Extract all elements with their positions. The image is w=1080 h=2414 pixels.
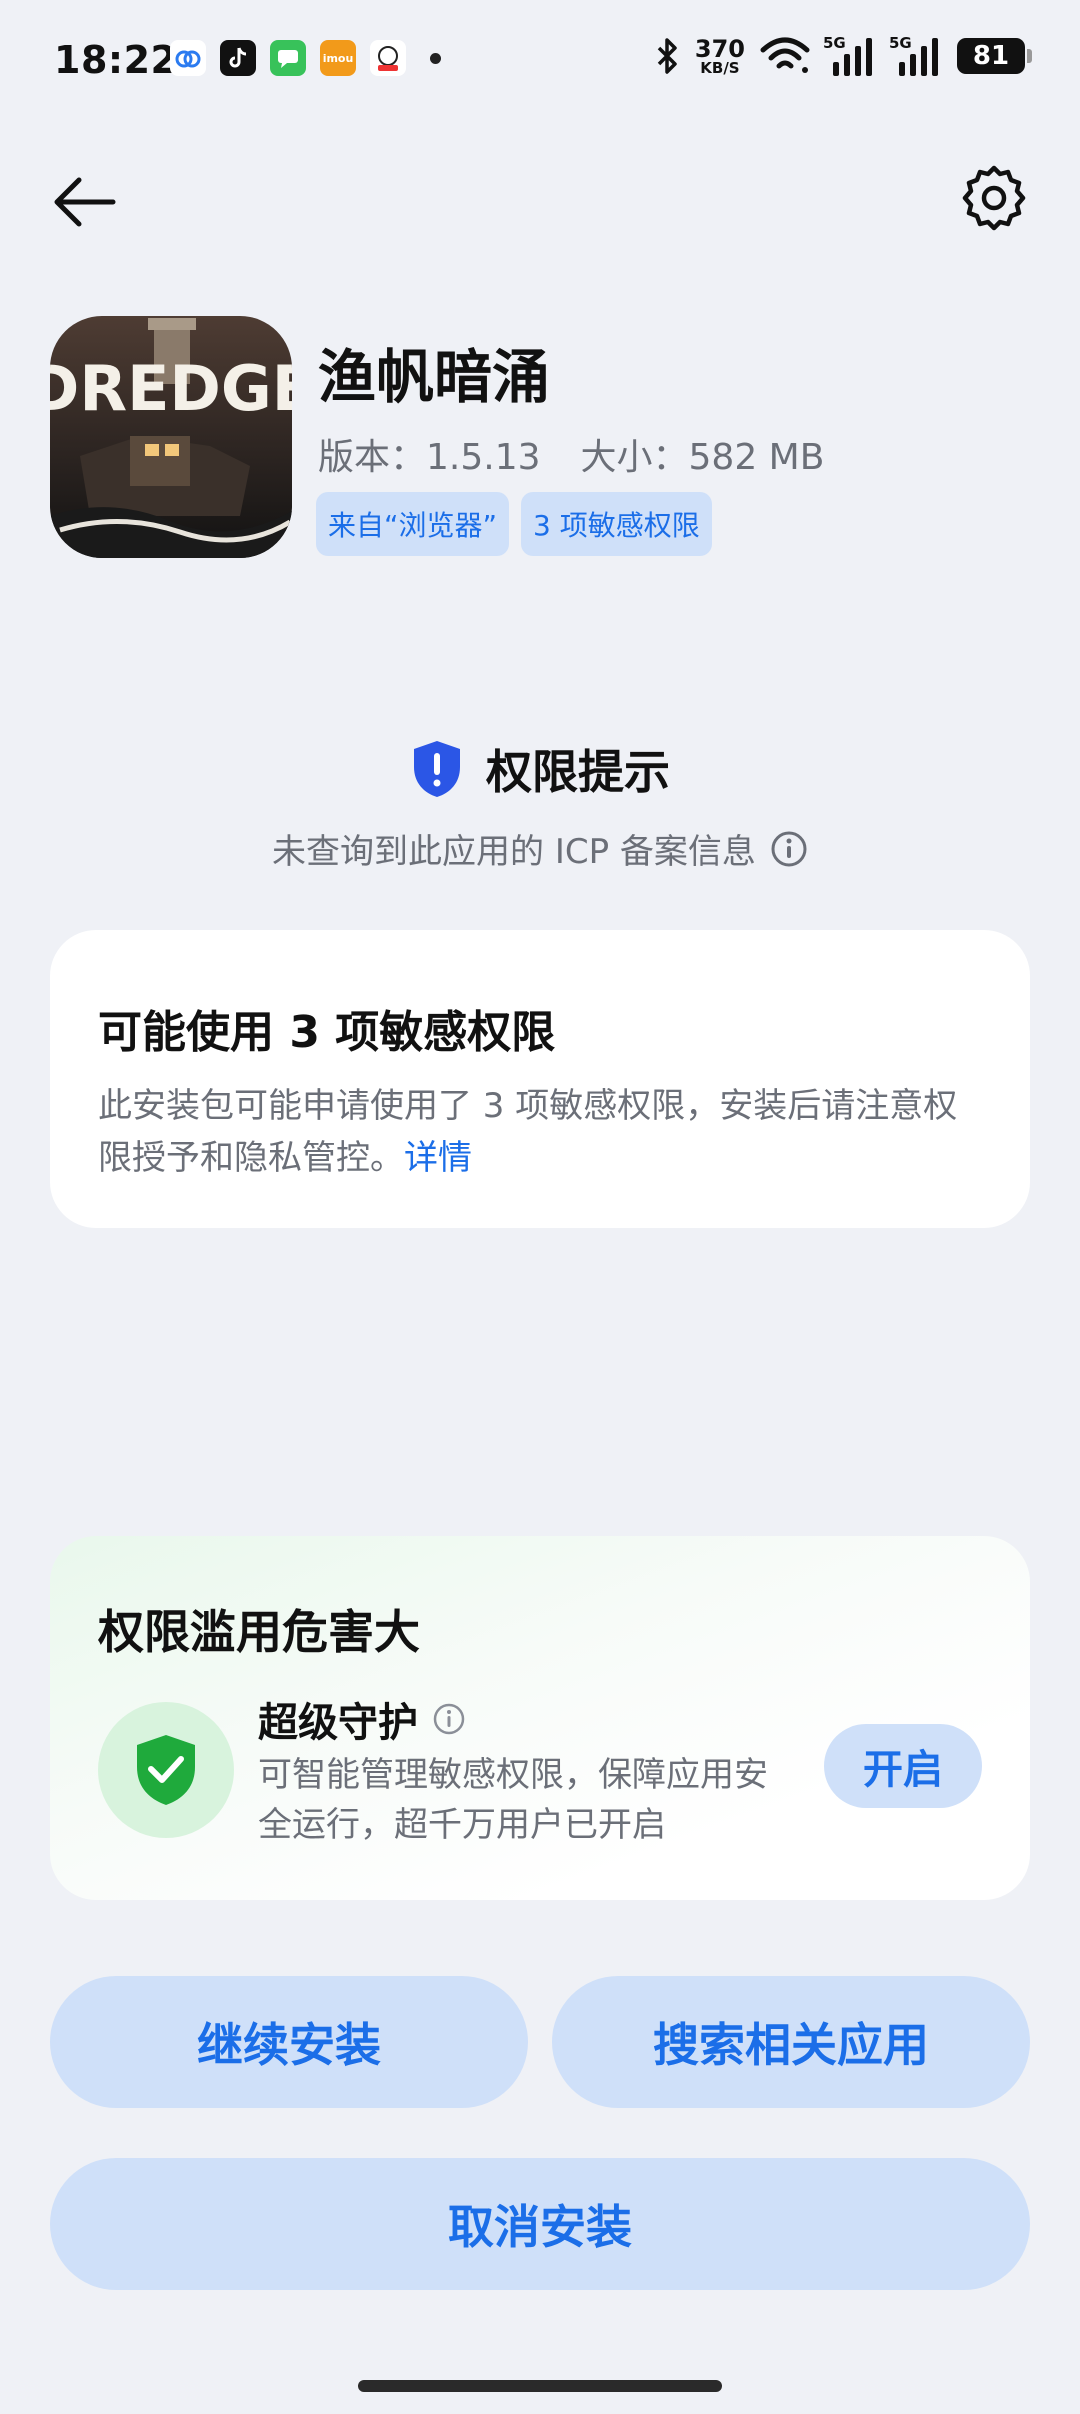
- enable-protection-button[interactable]: 开启: [824, 1724, 982, 1808]
- app-icon-text: DREDGE: [50, 352, 292, 425]
- sensitive-card-desc-text: 此安装包可能申请使用了 3 项敏感权限，安装后请注意权限授予和隐私管控。: [98, 1086, 958, 1178]
- wifi-icon: [760, 37, 810, 73]
- app-meta: 版本：1.5.13 大小：582 MB: [318, 428, 824, 480]
- signal-5g-1-label: 5G: [823, 34, 846, 52]
- battery-level: 81: [957, 38, 1025, 74]
- arrow-left-icon: [54, 177, 116, 227]
- sf-express-icon: [370, 40, 406, 76]
- back-button[interactable]: [48, 166, 120, 238]
- continue-install-button[interactable]: 继续安装: [50, 1976, 528, 2108]
- app-chips: 来自“浏览器” 3 项敏感权限: [316, 492, 712, 556]
- source-chip[interactable]: 来自“浏览器”: [316, 492, 510, 556]
- app-size: 大小：582 MB: [580, 437, 825, 478]
- signal-5g-1-icon: 5G: [823, 34, 877, 76]
- info-icon[interactable]: [432, 1702, 466, 1736]
- sensitive-permissions-chip[interactable]: 3 项敏感权限: [521, 492, 712, 556]
- cancel-install-button[interactable]: 取消安装: [50, 2158, 1030, 2290]
- shield-check-icon: [137, 1735, 195, 1805]
- network-speed: 370 KB/S: [695, 37, 745, 76]
- tiktok-icon: [220, 40, 256, 76]
- super-protect-label: 超级守护: [258, 1700, 418, 1746]
- signal-5g-2-label: 5G: [889, 34, 912, 52]
- battery-icon: 81: [957, 38, 1032, 74]
- messages-icon: [270, 40, 306, 76]
- signal-5g-2-icon: 5G: [889, 34, 943, 76]
- icp-notice: 未查询到此应用的 ICP 备案信息: [0, 824, 1080, 873]
- shield-alert-icon: [414, 741, 460, 797]
- imou-icon: imou: [320, 40, 356, 76]
- gear-icon: [962, 165, 1026, 231]
- permission-heading: 权限提示: [0, 736, 1080, 802]
- shield-check-badge: [98, 1702, 234, 1838]
- icp-text: 未查询到此应用的 ICP 备案信息: [272, 832, 756, 872]
- network-speed-value: 370: [694, 34, 745, 63]
- network-speed-unit: KB/S: [700, 58, 740, 77]
- cloud-app-icon: [170, 40, 206, 76]
- super-protect-desc: 可智能管理敏感权限，保障应用安全运行，超千万用户已开启: [258, 1755, 768, 1845]
- protection-card: 权限滥用危害大 超级守护 可智能管理敏感权限，保障应用安全运行，超千万用户已开启…: [50, 1536, 1030, 1900]
- more-notifications-dot: [430, 52, 441, 64]
- permission-title: 权限提示: [486, 745, 670, 799]
- system-status-icons: 370 KB/S 5G 5G 81: [655, 34, 1032, 76]
- sensitive-permissions-card: 可能使用 3 项敏感权限 此安装包可能申请使用了 3 项敏感权限，安装后请注意权…: [50, 930, 1030, 1228]
- sensitive-card-title: 可能使用 3 项敏感权限: [98, 1007, 556, 1058]
- super-protect-title: 超级守护: [258, 1690, 466, 1748]
- sensitive-card-desc: 此安装包可能申请使用了 3 项敏感权限，安装后请注意权限授予和隐私管控。详情: [98, 1080, 982, 1184]
- protection-card-title: 权限滥用危害大: [98, 1605, 420, 1659]
- home-indicator[interactable]: [358, 2380, 722, 2392]
- notification-icons: imou: [170, 40, 441, 76]
- details-link[interactable]: 详情: [404, 1138, 472, 1178]
- settings-button[interactable]: [956, 160, 1032, 236]
- app-version: 版本：1.5.13: [318, 437, 541, 478]
- search-related-apps-button[interactable]: 搜索相关应用: [552, 1976, 1030, 2108]
- bluetooth-icon: [657, 38, 677, 74]
- info-icon[interactable]: [770, 830, 808, 868]
- app-icon: DREDGE: [50, 316, 292, 558]
- app-name: 渔帆暗涌: [318, 343, 551, 411]
- status-time: 18:22: [54, 38, 178, 82]
